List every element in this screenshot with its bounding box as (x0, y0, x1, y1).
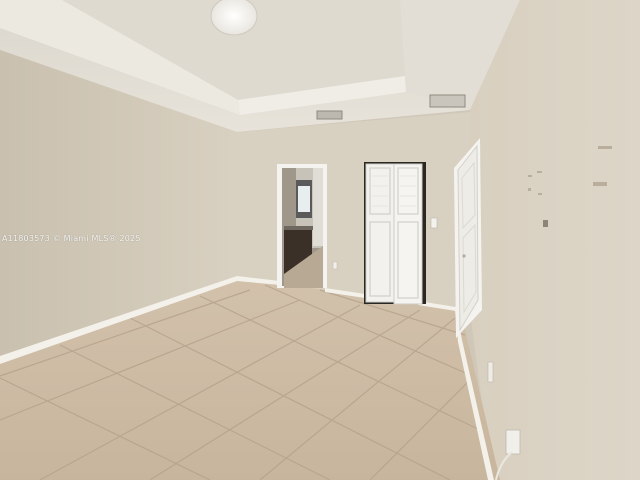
air-vent-small (316, 110, 343, 120)
watermark-text: A11803573 © Miami MLS® 2025 (2, 234, 141, 243)
closet-bifold-door (365, 163, 423, 305)
right-wall (470, 0, 640, 480)
side-door-knob (462, 254, 466, 258)
light-switch (430, 217, 438, 229)
bathroom-window (298, 186, 310, 212)
floor-outlet (487, 361, 494, 383)
bathroom-right-wall (313, 168, 323, 246)
cable-box (505, 429, 521, 455)
bathroom-counter (284, 226, 313, 230)
ceiling-light (210, 0, 258, 36)
air-vent (429, 94, 466, 108)
wall-outlet (332, 261, 338, 270)
